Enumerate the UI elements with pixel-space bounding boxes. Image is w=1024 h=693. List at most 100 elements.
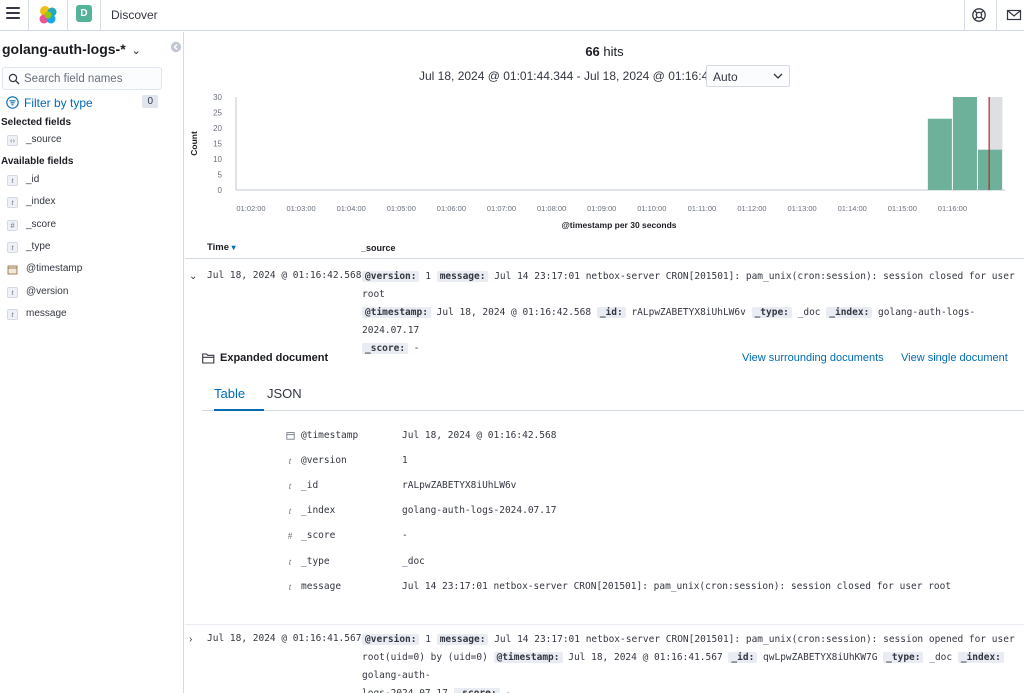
source-key: message: [436, 634, 489, 645]
header-divider [964, 0, 965, 31]
source-value: golang-auth- [362, 670, 431, 681]
field-name: _source [26, 134, 62, 145]
field-item-source[interactable]: ‹› _source [7, 133, 177, 149]
row-divider [185, 624, 1024, 625]
source-key: _id: [596, 307, 626, 318]
source-value: Jul 14 23:17:01 netbox-server CRON[20150… [494, 634, 1015, 645]
selected-fields-title: Selected fields [1, 117, 72, 128]
source-line: logs-2024.07.17 _score: - [362, 685, 1017, 693]
space-avatar[interactable]: D [76, 5, 92, 22]
string-type-icon: t [288, 581, 292, 592]
search-icon [8, 73, 20, 85]
doc-field-value: _doc [402, 555, 425, 567]
field-search-box[interactable] [2, 67, 162, 90]
view-surrounding-link[interactable]: View surrounding documents [742, 352, 884, 364]
field-item-type[interactable]: t _type [7, 240, 177, 256]
x-tick-label: 01:06:00 [437, 204, 466, 213]
time-column-header[interactable]: Time ▾ [207, 242, 236, 253]
expanded-document-label: Expanded document [220, 352, 329, 364]
doc-field-value: golang-auth-logs-2024.07.17 [402, 505, 557, 517]
interval-select[interactable]: Auto [706, 65, 790, 87]
x-tick-label: 01:15:00 [888, 204, 917, 213]
doc-view-tabs: Table JSON [202, 378, 1024, 411]
filter-by-type-button[interactable]: Filter by type 0 [6, 94, 160, 112]
doc-field-row[interactable]: # _score - [185, 528, 1024, 548]
source-column-header: _source [361, 243, 396, 253]
index-pattern-selector[interactable]: golang-auth-logs-* ⌄ [2, 41, 141, 57]
field-item-message[interactable]: t message [7, 307, 177, 323]
source-key: _index: [957, 652, 1004, 663]
doc-field-row[interactable]: t _id rALpwZABETYX8iUhLW6v [185, 478, 1024, 498]
source-key: _score: [453, 688, 500, 693]
hits-label: hits [603, 44, 624, 59]
interval-value: Auto [713, 70, 738, 84]
x-tick-label: 01:11:00 [688, 204, 717, 213]
histogram-chart[interactable]: 0 5 10 15 20 25 30 01:02:00 01:03:00 01:04:00 01:0… [185, 90, 1024, 234]
row-time: Jul 18, 2024 @ 01:16:42.568 [207, 270, 362, 281]
doc-field-row[interactable]: t _index golang-auth-logs-2024.07.17 [185, 503, 1024, 523]
sort-down-icon[interactable]: ▾ [232, 243, 236, 252]
view-single-link[interactable]: View single document [901, 352, 1008, 364]
filter-count-badge: 0 [142, 95, 158, 108]
y-tick-label: 10 [213, 155, 222, 164]
string-type-icon: t [288, 506, 292, 517]
date-type-icon [7, 264, 18, 275]
source-value: logs-2024.07.17 [362, 688, 448, 693]
expand-row-icon[interactable]: › [189, 634, 192, 645]
doc-field-name: @timestamp [301, 430, 359, 441]
source-key: _type: [883, 652, 924, 663]
field-item-id[interactable]: t _id [7, 173, 177, 189]
y-tick-label: 15 [213, 140, 222, 149]
field-item-timestamp[interactable]: @timestamp [7, 262, 177, 278]
doc-field-row[interactable]: t message Jul 14 23:17:01 netbox-server CR… [185, 579, 1024, 599]
field-sidebar: golang-auth-logs-* ⌄ Filter by type 0 Sel… [0, 32, 184, 693]
source-key: message: [436, 271, 489, 282]
source-key: @version: [362, 271, 420, 282]
doc-field-value: 1 [402, 455, 408, 467]
collapse-sidebar-icon[interactable] [170, 41, 182, 53]
elastic-logo-icon[interactable] [37, 4, 59, 26]
source-value: _doc [929, 652, 953, 663]
y-tick-label: 30 [213, 93, 222, 102]
source-key: @timestamp: [493, 652, 563, 663]
search-field-names-input[interactable] [24, 71, 159, 87]
x-tick-label: 01:02:00 [236, 204, 265, 213]
source-key: _score: [362, 343, 409, 354]
source-line: @timestamp: Jul 18, 2024 @ 01:16:42.568 … [362, 304, 1017, 340]
x-tick-label: 01:12:00 [737, 204, 766, 213]
help-icon[interactable] [971, 7, 987, 23]
field-item-index[interactable]: t _index [7, 195, 177, 211]
doc-field-value: rALpwZABETYX8iUhLW6v [402, 480, 517, 492]
table-header-divider [185, 258, 1024, 259]
field-name: message [26, 307, 67, 319]
x-tick-label: 01:09:00 [587, 204, 616, 213]
breadcrumb[interactable]: Discover [111, 8, 158, 22]
source-key: _type: [751, 307, 792, 318]
source-key: _id: [728, 652, 758, 663]
field-name: _index [26, 196, 56, 208]
tab-table[interactable]: Table [214, 386, 245, 401]
field-name: _type [26, 240, 51, 252]
string-type-icon: t [288, 556, 292, 567]
source-value: rALpwZABETYX8iUhLW6v [631, 307, 746, 318]
field-item-version[interactable]: t @version [7, 285, 177, 301]
doc-field-row[interactable]: t _type _doc [185, 554, 1024, 574]
source-key: _index: [826, 307, 873, 318]
mail-icon[interactable] [1006, 7, 1022, 23]
x-tick-label: 01:10:00 [637, 204, 666, 213]
filter-icon [6, 96, 19, 109]
tab-json[interactable]: JSON [267, 386, 302, 401]
source-type-icon: ‹› [7, 135, 18, 146]
string-type-icon: t [7, 308, 18, 320]
field-name: _id [26, 174, 40, 185]
available-fields-title: Available fields [1, 156, 74, 167]
doc-field-row[interactable]: @timestamp Jul 18, 2024 @ 01:16:42.568 [185, 428, 1024, 448]
chevron-down-icon [773, 73, 783, 79]
x-tick-label: 01:14:00 [838, 204, 867, 213]
chevron-down-icon: ⌄ [131, 45, 141, 57]
field-item-score[interactable]: # _score [7, 218, 177, 234]
menu-icon[interactable] [6, 7, 20, 21]
doc-field-row[interactable]: t @version 1 [185, 453, 1024, 473]
collapse-row-icon[interactable]: ⌄ [189, 271, 197, 282]
x-tick-label: 01:08:00 [537, 204, 566, 213]
